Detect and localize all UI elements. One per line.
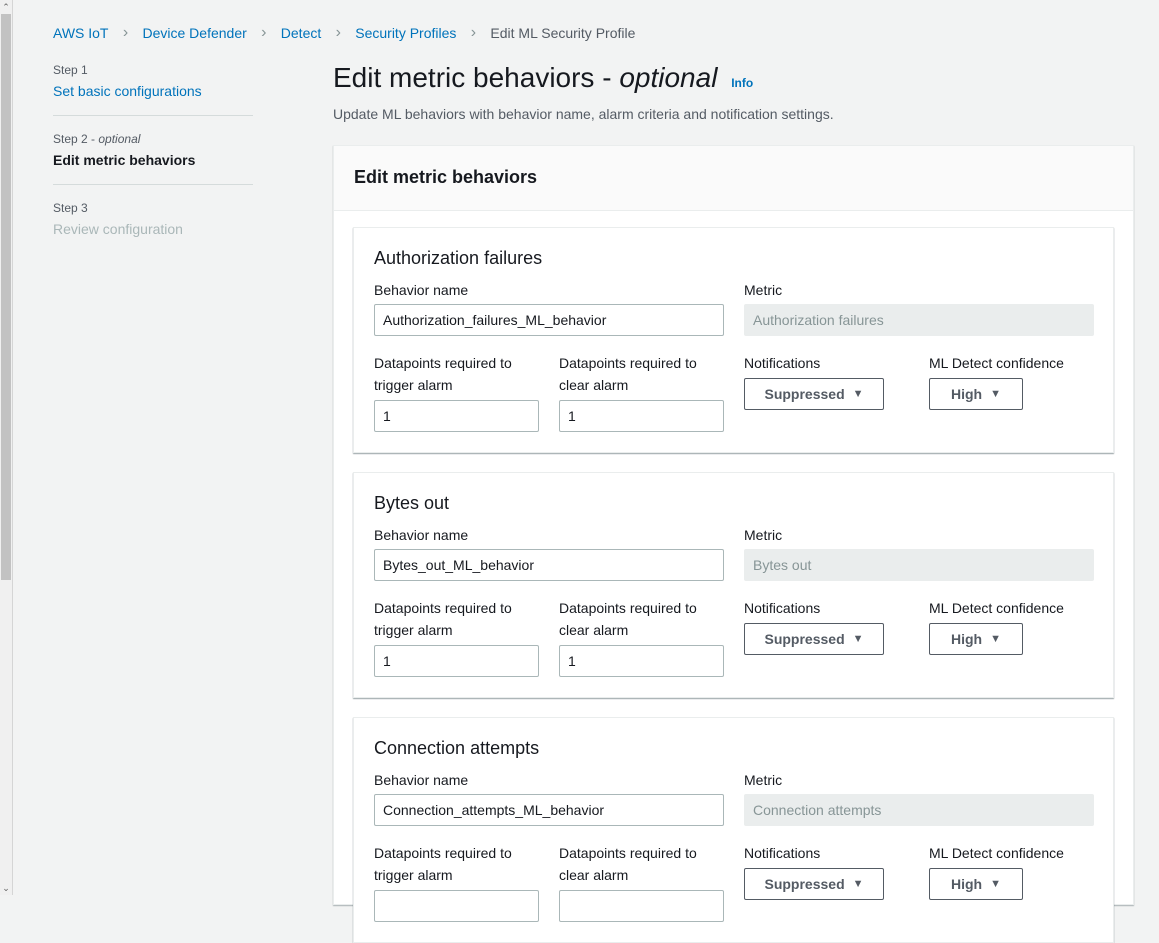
page-description: Update ML behaviors with behavior name, … — [333, 106, 834, 122]
caret-down-icon: ▼ — [990, 388, 1001, 400]
step-number: Step 2 - optional — [53, 132, 141, 146]
behavior-name-label: Behavior name — [374, 772, 469, 788]
scroll-down-arrow-icon[interactable]: ⌄ — [0, 881, 12, 895]
step-number-text: Step 2 — [53, 132, 88, 146]
chevron-right-icon: › — [470, 24, 477, 41]
notifications-value: Suppressed — [764, 631, 845, 647]
trigger-alarm-datapoints-input[interactable] — [374, 400, 539, 432]
clear-alarm-datapoints-input[interactable] — [559, 400, 724, 432]
container-title: Edit metric behaviors — [334, 146, 1133, 211]
notifications-dropdown[interactable]: Suppressed ▼ — [744, 868, 884, 900]
breadcrumb-aws-iot[interactable]: AWS IoT — [53, 25, 109, 41]
caret-down-icon: ▼ — [852, 633, 864, 645]
trigger-alarm-label: Datapoints required to trigger alarm — [374, 355, 512, 393]
caret-down-icon: ▼ — [990, 633, 1001, 645]
breadcrumb-detect[interactable]: Detect — [281, 25, 321, 41]
confidence-value: High — [951, 386, 983, 402]
page-header: Edit metric behaviors - optional Info Up… — [333, 62, 834, 122]
behavior-card-bytes-out: Bytes out Behavior name Metric Bytes out… — [353, 472, 1114, 698]
step-current-edit-metric-behaviors: Edit metric behaviors — [53, 152, 196, 168]
wizard-steps: Step 1 Set basic configurations Step 2 -… — [53, 63, 253, 269]
behavior-card-authorization-failures: Authorization failures Behavior name Met… — [353, 227, 1114, 453]
metric-label: Metric — [744, 772, 783, 788]
behavior-name-label: Behavior name — [374, 527, 469, 543]
trigger-alarm-label: Datapoints required to trigger alarm — [374, 600, 512, 638]
notifications-value: Suppressed — [764, 386, 845, 402]
metric-label: Metric — [744, 282, 783, 298]
behavior-name-label: Behavior name — [374, 282, 469, 298]
behavior-title: Bytes out — [374, 493, 450, 513]
chevron-right-icon: › — [335, 24, 341, 41]
confidence-dropdown[interactable]: High ▼ — [929, 623, 1023, 655]
confidence-dropdown[interactable]: High ▼ — [929, 868, 1023, 900]
step-number: Step 3 — [53, 201, 88, 215]
wizard-step-1: Step 1 Set basic configurations — [53, 63, 253, 116]
edit-metric-behaviors-container: Edit metric behaviors Authorization fail… — [333, 145, 1134, 943]
trigger-alarm-label: Datapoints required to trigger alarm — [374, 845, 512, 883]
chevron-right-icon: › — [261, 24, 267, 41]
step-number: Step 1 — [53, 63, 88, 77]
clear-alarm-datapoints-input[interactable] — [559, 645, 724, 677]
step-optional-label: optional — [98, 132, 141, 146]
breadcrumb-device-defender[interactable]: Device Defender — [143, 25, 247, 41]
step-link-set-basic-configurations[interactable]: Set basic configurations — [53, 83, 253, 99]
step-review-configuration: Review configuration — [53, 221, 183, 237]
notifications-label: Notifications — [744, 355, 821, 371]
clear-alarm-label: Datapoints required to clear alarm — [559, 355, 697, 393]
confidence-label: ML Detect confidence — [929, 355, 1064, 371]
page-title-optional: optional — [619, 62, 718, 93]
page-title: Edit metric behaviors - optional Info — [333, 62, 834, 94]
confidence-label: ML Detect confidence — [929, 600, 1064, 616]
metric-label: Metric — [744, 527, 783, 543]
wizard-step-3: Step 3 Review configuration — [53, 201, 253, 253]
behavior-title: Authorization failures — [374, 248, 543, 268]
caret-down-icon: ▼ — [990, 878, 1001, 890]
notifications-dropdown[interactable]: Suppressed ▼ — [744, 378, 884, 410]
notifications-dropdown[interactable]: Suppressed ▼ — [744, 623, 884, 655]
behavior-name-input[interactable] — [374, 549, 724, 581]
clear-alarm-label: Datapoints required to clear alarm — [559, 845, 697, 883]
caret-down-icon: ▼ — [852, 388, 864, 400]
behavior-name-input[interactable] — [374, 794, 724, 826]
confidence-value: High — [951, 876, 983, 892]
behavior-card-connection-attempts: Connection attempts Behavior name Metric… — [353, 717, 1114, 943]
breadcrumb-current-page: Edit ML Security Profile — [490, 25, 636, 41]
scroll-up-arrow-icon[interactable]: ⌃ — [0, 0, 12, 14]
breadcrumb: AWS IoT › Device Defender › Detect › Sec… — [53, 24, 635, 42]
confidence-value: High — [951, 631, 983, 647]
metric-readonly-field: Connection attempts — [744, 794, 1094, 826]
info-link[interactable]: Info — [731, 76, 753, 90]
confidence-dropdown[interactable]: High ▼ — [929, 378, 1023, 410]
confidence-label: ML Detect confidence — [929, 845, 1064, 861]
page-title-text: Edit metric behaviors - — [333, 62, 612, 93]
metric-readonly-field: Bytes out — [744, 549, 1094, 581]
wizard-step-2: Step 2 - optional Edit metric behaviors — [53, 132, 253, 185]
metric-readonly-field: Authorization failures — [744, 304, 1094, 336]
clear-alarm-label: Datapoints required to clear alarm — [559, 600, 697, 638]
notifications-label: Notifications — [744, 845, 821, 861]
chevron-right-icon: › — [122, 24, 129, 41]
notifications-value: Suppressed — [764, 876, 845, 892]
caret-down-icon: ▼ — [852, 878, 864, 890]
vertical-scrollbar[interactable]: ⌃ ⌄ — [0, 0, 13, 895]
behavior-title: Connection attempts — [374, 738, 540, 758]
scrollbar-thumb[interactable] — [1, 14, 11, 580]
behavior-name-input[interactable] — [374, 304, 724, 336]
breadcrumb-security-profiles[interactable]: Security Profiles — [355, 25, 456, 41]
notifications-label: Notifications — [744, 600, 821, 616]
trigger-alarm-datapoints-input[interactable] — [374, 645, 539, 677]
